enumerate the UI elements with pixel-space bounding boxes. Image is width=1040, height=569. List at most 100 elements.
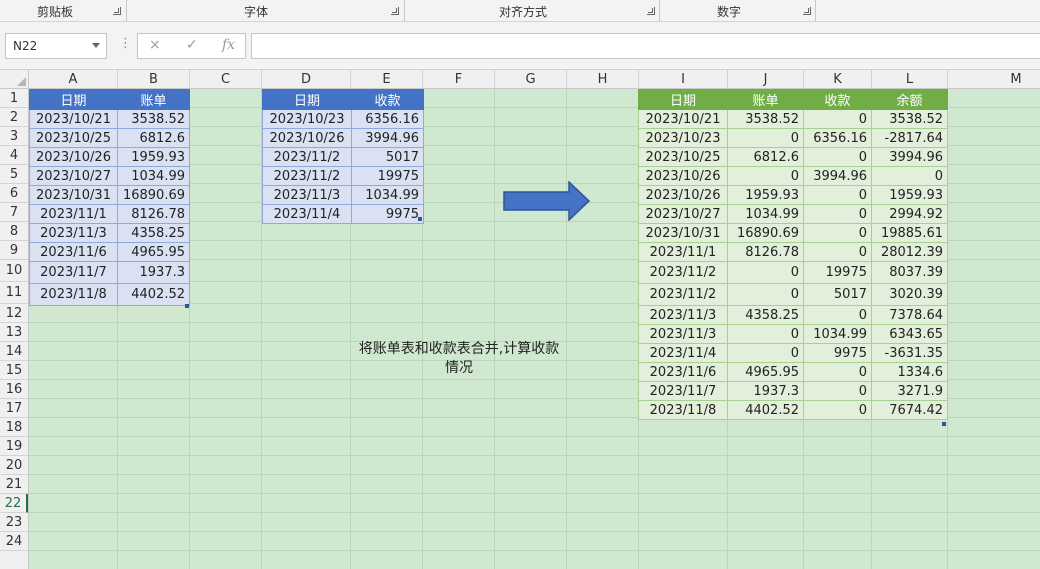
- row-header-10[interactable]: 10: [0, 260, 28, 282]
- merged-cell[interactable]: 0: [727, 343, 804, 363]
- merged-cell[interactable]: 0: [803, 109, 872, 129]
- merged-cell[interactable]: 0: [803, 400, 872, 420]
- receipts-header-amount[interactable]: 收款: [351, 89, 424, 110]
- column-header-b[interactable]: B: [118, 70, 190, 88]
- merged-cell[interactable]: 0: [803, 223, 872, 243]
- merged-cell[interactable]: 0: [803, 147, 872, 167]
- row-header-16[interactable]: 16: [0, 380, 28, 399]
- worksheet-grid[interactable]: 日期 账单 2023/10/21 3538.52 2023/10/25 6812.6 2…: [29, 89, 1040, 569]
- merged-cell[interactable]: 8126.78: [727, 242, 804, 262]
- row-header-14[interactable]: 14: [0, 342, 28, 361]
- merged-cell[interactable]: 2023/11/6: [638, 362, 728, 382]
- merged-cell[interactable]: 0: [803, 362, 872, 382]
- row-header-19[interactable]: 19: [0, 437, 28, 456]
- receipts-cell[interactable]: 3994.96: [351, 128, 424, 148]
- merged-cell[interactable]: 3538.52: [871, 109, 948, 129]
- merged-cell[interactable]: 2023/11/1: [638, 242, 728, 262]
- merged-cell[interactable]: 8037.39: [871, 261, 948, 284]
- merged-cell[interactable]: 28012.39: [871, 242, 948, 262]
- merged-cell[interactable]: 7378.64: [871, 305, 948, 325]
- merged-cell[interactable]: 2023/10/31: [638, 223, 728, 243]
- column-header-d[interactable]: D: [262, 70, 351, 88]
- merged-cell[interactable]: 2023/11/3: [638, 305, 728, 325]
- merged-cell[interactable]: 3538.52: [727, 109, 804, 129]
- receipts-cell[interactable]: 2023/10/26: [262, 128, 352, 148]
- merged-cell[interactable]: 0: [727, 261, 804, 284]
- bills-cell[interactable]: 16890.69: [117, 185, 190, 205]
- column-header-i[interactable]: I: [639, 70, 728, 88]
- merged-cell[interactable]: 2023/11/3: [638, 324, 728, 344]
- row-header-20[interactable]: 20: [0, 456, 28, 475]
- cancel-icon[interactable]: ×: [149, 37, 161, 53]
- merged-cell[interactable]: 4402.52: [727, 400, 804, 420]
- merged-header-balance[interactable]: 余额: [871, 89, 948, 110]
- merged-cell[interactable]: 2023/11/4: [638, 343, 728, 363]
- bills-cell[interactable]: 4358.25: [117, 223, 190, 243]
- receipts-header-date[interactable]: 日期: [262, 89, 352, 110]
- merged-cell[interactable]: 2023/10/26: [638, 166, 728, 186]
- bills-cell[interactable]: 2023/11/1: [29, 204, 118, 224]
- more-options-icon[interactable]: ⋮: [119, 36, 132, 51]
- merged-cell[interactable]: 2023/10/21: [638, 109, 728, 129]
- row-header-15[interactable]: 15: [0, 361, 28, 380]
- merged-cell[interactable]: 2023/11/7: [638, 381, 728, 401]
- row-header-18[interactable]: 18: [0, 418, 28, 437]
- merged-cell[interactable]: 0: [803, 204, 872, 224]
- merged-cell[interactable]: 6812.6: [727, 147, 804, 167]
- dialog-launcher-icon[interactable]: [647, 7, 655, 15]
- dialog-launcher-icon[interactable]: [803, 7, 811, 15]
- bills-cell[interactable]: 1959.93: [117, 147, 190, 167]
- column-header-g[interactable]: G: [495, 70, 567, 88]
- table-resize-handle[interactable]: [185, 304, 189, 308]
- merged-cell[interactable]: 0: [803, 185, 872, 205]
- merged-cell[interactable]: 5017: [803, 283, 872, 306]
- bills-cell[interactable]: 2023/10/26: [29, 147, 118, 167]
- merged-cell[interactable]: 0: [727, 166, 804, 186]
- column-header-h[interactable]: H: [567, 70, 639, 88]
- merged-cell[interactable]: 0: [727, 283, 804, 306]
- bills-cell[interactable]: 3538.52: [117, 109, 190, 129]
- merged-cell[interactable]: 16890.69: [727, 223, 804, 243]
- merged-cell[interactable]: 7674.42: [871, 400, 948, 420]
- merged-cell[interactable]: 1034.99: [727, 204, 804, 224]
- formula-input[interactable]: [251, 33, 1040, 59]
- merged-cell[interactable]: 2023/11/2: [638, 283, 728, 306]
- merged-cell[interactable]: 4358.25: [727, 305, 804, 325]
- receipts-cell[interactable]: 2023/11/2: [262, 147, 352, 167]
- bills-cell[interactable]: 2023/11/6: [29, 242, 118, 262]
- column-header-k[interactable]: K: [804, 70, 872, 88]
- merged-cell[interactable]: -2817.64: [871, 128, 948, 148]
- row-header-7[interactable]: 7: [0, 203, 28, 222]
- row-header-21[interactable]: 21: [0, 475, 28, 494]
- merged-cell[interactable]: 1959.93: [871, 185, 948, 205]
- bills-cell[interactable]: 8126.78: [117, 204, 190, 224]
- merged-cell[interactable]: 1959.93: [727, 185, 804, 205]
- column-header-l[interactable]: L: [872, 70, 948, 88]
- dialog-launcher-icon[interactable]: [113, 7, 121, 15]
- row-header-9[interactable]: 9: [0, 241, 28, 260]
- insert-function-icon[interactable]: fx: [222, 37, 235, 53]
- receipts-cell[interactable]: 1034.99: [351, 185, 424, 205]
- merged-cell[interactable]: 0: [871, 166, 948, 186]
- row-header-3[interactable]: 3: [0, 127, 28, 146]
- merged-cell[interactable]: 19885.61: [871, 223, 948, 243]
- bills-cell[interactable]: 2023/10/21: [29, 109, 118, 129]
- bills-cell[interactable]: 6812.6: [117, 128, 190, 148]
- receipts-cell[interactable]: 19975: [351, 166, 424, 186]
- bills-cell[interactable]: 2023/11/8: [29, 283, 118, 306]
- merged-cell[interactable]: 0: [727, 324, 804, 344]
- bills-cell[interactable]: 1034.99: [117, 166, 190, 186]
- bills-cell[interactable]: 4402.52: [117, 283, 190, 306]
- bills-cell[interactable]: 2023/11/7: [29, 261, 118, 284]
- receipts-cell[interactable]: 2023/11/4: [262, 204, 352, 224]
- bills-cell[interactable]: 1937.3: [117, 261, 190, 284]
- merged-cell[interactable]: 0: [727, 128, 804, 148]
- select-all-corner[interactable]: [0, 70, 29, 88]
- receipts-cell[interactable]: 9975: [351, 204, 424, 224]
- row-header-13[interactable]: 13: [0, 323, 28, 342]
- row-header-12[interactable]: 12: [0, 304, 28, 323]
- bills-header-date[interactable]: 日期: [29, 89, 118, 110]
- merged-header-bill[interactable]: 账单: [727, 89, 804, 110]
- row-header-5[interactable]: 5: [0, 165, 28, 184]
- receipts-cell[interactable]: 2023/10/23: [262, 109, 352, 129]
